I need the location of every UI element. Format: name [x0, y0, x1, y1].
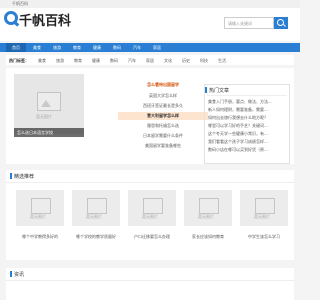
card-caption[interactable]: 哪个学校的教学质量好 — [72, 234, 120, 240]
card-image[interactable]: 暂无图片 — [240, 190, 288, 226]
divider — [207, 95, 287, 96]
image-placeholder-icon — [143, 198, 163, 214]
hot-article-item[interactable]: 数码小店在哪可以买到好货（原... — [208, 147, 288, 153]
image-placeholder-icon — [87, 198, 107, 214]
recommend-title: 精选推荐 — [9, 173, 35, 180]
nav-item[interactable]: 教育 — [68, 43, 86, 52]
image-placeholder-icon — [255, 198, 275, 214]
image-placeholder-text: 暂无图片 — [86, 214, 102, 219]
hot-article-item[interactable]: 美食入门手册，要点、做法、方法... — [208, 99, 288, 105]
search-placeholder: 请输入关键词 — [228, 21, 252, 26]
image-placeholder-icon — [37, 92, 61, 111]
card-image[interactable]: 暂无图片 — [128, 190, 176, 226]
logo-q-icon — [4, 11, 18, 25]
logo-text: 千帆百科 — [19, 14, 72, 29]
image-placeholder-icon — [199, 198, 219, 214]
featured-image[interactable]: 暂无图片 — [14, 74, 84, 134]
hot-article-item[interactable]: 如何出去旅行我想去什么地方呢？ — [208, 115, 288, 121]
hot-tag[interactable]: 历史 — [182, 58, 190, 64]
featured-list-item[interactable]: 意大利留学怎么样 — [118, 112, 208, 120]
hot-article-item[interactable]: 这个冬天学一些健康小常识，有... — [208, 131, 288, 137]
card-caption[interactable]: 中学生该怎么学习 — [240, 234, 288, 240]
nav-item[interactable]: 家居 — [148, 43, 166, 52]
featured-list-item[interactable]: 怎么看待出国留学 — [118, 82, 208, 88]
hot-article-item[interactable]: 我们看看这个孩子学习成绩怎样... — [208, 139, 288, 145]
top-bar-text: 千帆百科 — [12, 1, 28, 6]
hot-tag[interactable]: 教育 — [74, 58, 82, 64]
image-placeholder-icon — [31, 198, 51, 214]
card-image[interactable]: 暂无图片 — [72, 190, 120, 226]
hot-articles-title: 热门文章 — [204, 87, 230, 94]
featured-list-item[interactable]: 雅思和托福怎么选 — [118, 123, 208, 129]
recommend-section: 精选推荐 暂无图片 哪个中学教得多好的 暂无图片 哪个学校的教学质量好 暂无图片… — [6, 170, 294, 260]
image-placeholder-text: 暂无图片 — [36, 114, 52, 119]
search-input[interactable]: 请输入关键词 — [224, 17, 274, 29]
hot-tag[interactable]: 生活 — [218, 58, 226, 64]
hot-tags-label: 热门标签： — [9, 58, 29, 63]
nav-item[interactable]: 旅游 — [48, 43, 66, 52]
nav-item[interactable]: 汽车 — [128, 43, 146, 52]
featured-list-item[interactable]: 英国大学怎么样 — [118, 93, 208, 99]
card-caption[interactable]: 哪个中学教得多好的 — [16, 234, 64, 240]
image-placeholder-text: 暂无图片 — [142, 214, 158, 219]
divider — [6, 280, 294, 281]
card-image[interactable]: 暂无图片 — [184, 190, 232, 226]
image-placeholder-text: 暂无图片 — [254, 214, 270, 219]
image-placeholder-text: 暂无图片 — [198, 214, 214, 219]
featured-list-item[interactable]: 西班牙签证最长是多久 — [118, 103, 208, 109]
search-icon — [277, 19, 284, 26]
hot-article-item[interactable]: 新人如何理财，需要准备，需要... — [208, 107, 288, 113]
nav-item[interactable]: 健康 — [88, 43, 106, 52]
hot-tag[interactable]: 旅游 — [56, 58, 64, 64]
card-caption[interactable]: 户口迁移要怎么办理 — [128, 234, 176, 240]
featured-list-item[interactable]: 日本留学需要什么条件 — [118, 133, 208, 139]
nav-item[interactable]: 美食 — [28, 43, 46, 52]
nav-item-home[interactable]: 首页 — [6, 43, 26, 52]
featured-section: 暂无图片 怎么选日本语言学校 怎么看待出国留学 英国大学怎么样 西班牙签证最长是… — [6, 68, 294, 164]
news-title: 资讯 — [9, 271, 25, 278]
hot-tag[interactable]: 科技 — [200, 58, 208, 64]
hot-tag[interactable]: 美食 — [38, 58, 46, 64]
hot-tags-bar: 热门标签： 美食 旅游 教育 健康 数码 汽车 家居 文化 历史 科技 生活 — [6, 55, 294, 65]
card-caption[interactable]: 家长应该如何教育 — [184, 234, 232, 240]
hot-articles-panel: 热门文章 美食入门手册，要点、做法、方法... 新人如何理财，需要准备，需要..… — [204, 84, 290, 164]
main-nav: 首页 美食 旅游 教育 健康 数码 汽车 家居 — [0, 43, 300, 52]
nav-item[interactable]: 数码 — [108, 43, 126, 52]
hot-tag[interactable]: 健康 — [92, 58, 100, 64]
hot-tag[interactable]: 汽车 — [128, 58, 136, 64]
search-button[interactable] — [274, 17, 288, 29]
hot-tag[interactable]: 数码 — [110, 58, 118, 64]
site-logo[interactable]: 千帆百科 — [4, 11, 74, 31]
featured-list-item[interactable]: 美国留学要准备哪些 — [118, 143, 208, 149]
image-placeholder-text: 暂无图片 — [30, 214, 46, 219]
hot-tag[interactable]: 家居 — [146, 58, 154, 64]
divider — [6, 182, 294, 183]
hot-article-item[interactable]: 哪里可以学习好的手艺？关键词... — [208, 123, 288, 129]
featured-caption[interactable]: 怎么选日本语言学校 — [14, 128, 84, 137]
card-image[interactable]: 暂无图片 — [16, 190, 64, 226]
hot-tag[interactable]: 文化 — [164, 58, 172, 64]
news-section: 资讯 — [6, 268, 294, 300]
